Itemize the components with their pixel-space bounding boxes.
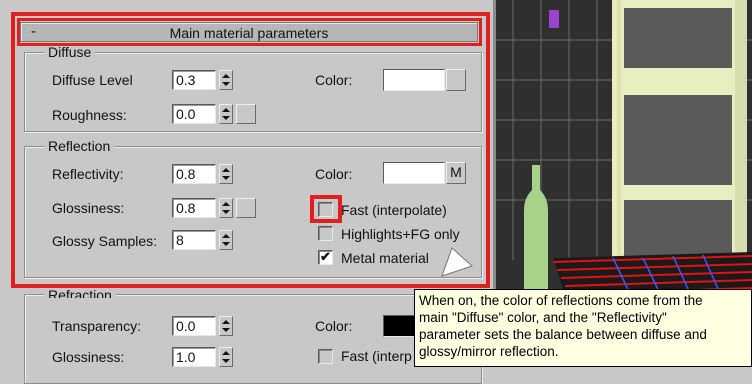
refraction-color-label: Color:	[315, 318, 353, 334]
transparency-label: Transparency:	[52, 318, 141, 334]
tooltip-line: main "Diffuse" color, and the "Reflectiv…	[419, 310, 667, 325]
tooltip-line: glossy/mirror reflection.	[419, 344, 559, 359]
main-parameters-highlight	[11, 12, 490, 288]
transparency-input[interactable]: 0.0	[172, 316, 216, 336]
cursor-icon	[441, 247, 473, 277]
refraction-fast-checkbox[interactable]	[318, 349, 333, 364]
refraction-glossiness-spinner[interactable]	[219, 347, 233, 367]
metal-material-tooltip: When on, the color of reflections come f…	[414, 289, 752, 367]
refraction-fast-label: Fast (interp	[341, 348, 412, 364]
refraction-glossiness-input[interactable]: 1.0	[172, 347, 216, 367]
tooltip-line: parameter sets the balance between diffu…	[419, 327, 707, 342]
refraction-glossiness-label: Glossiness:	[52, 349, 125, 365]
tooltip-line: When on, the color of reflections come f…	[419, 293, 703, 308]
rollout-header-highlight	[17, 18, 482, 46]
transparency-spinner[interactable]	[219, 316, 233, 336]
